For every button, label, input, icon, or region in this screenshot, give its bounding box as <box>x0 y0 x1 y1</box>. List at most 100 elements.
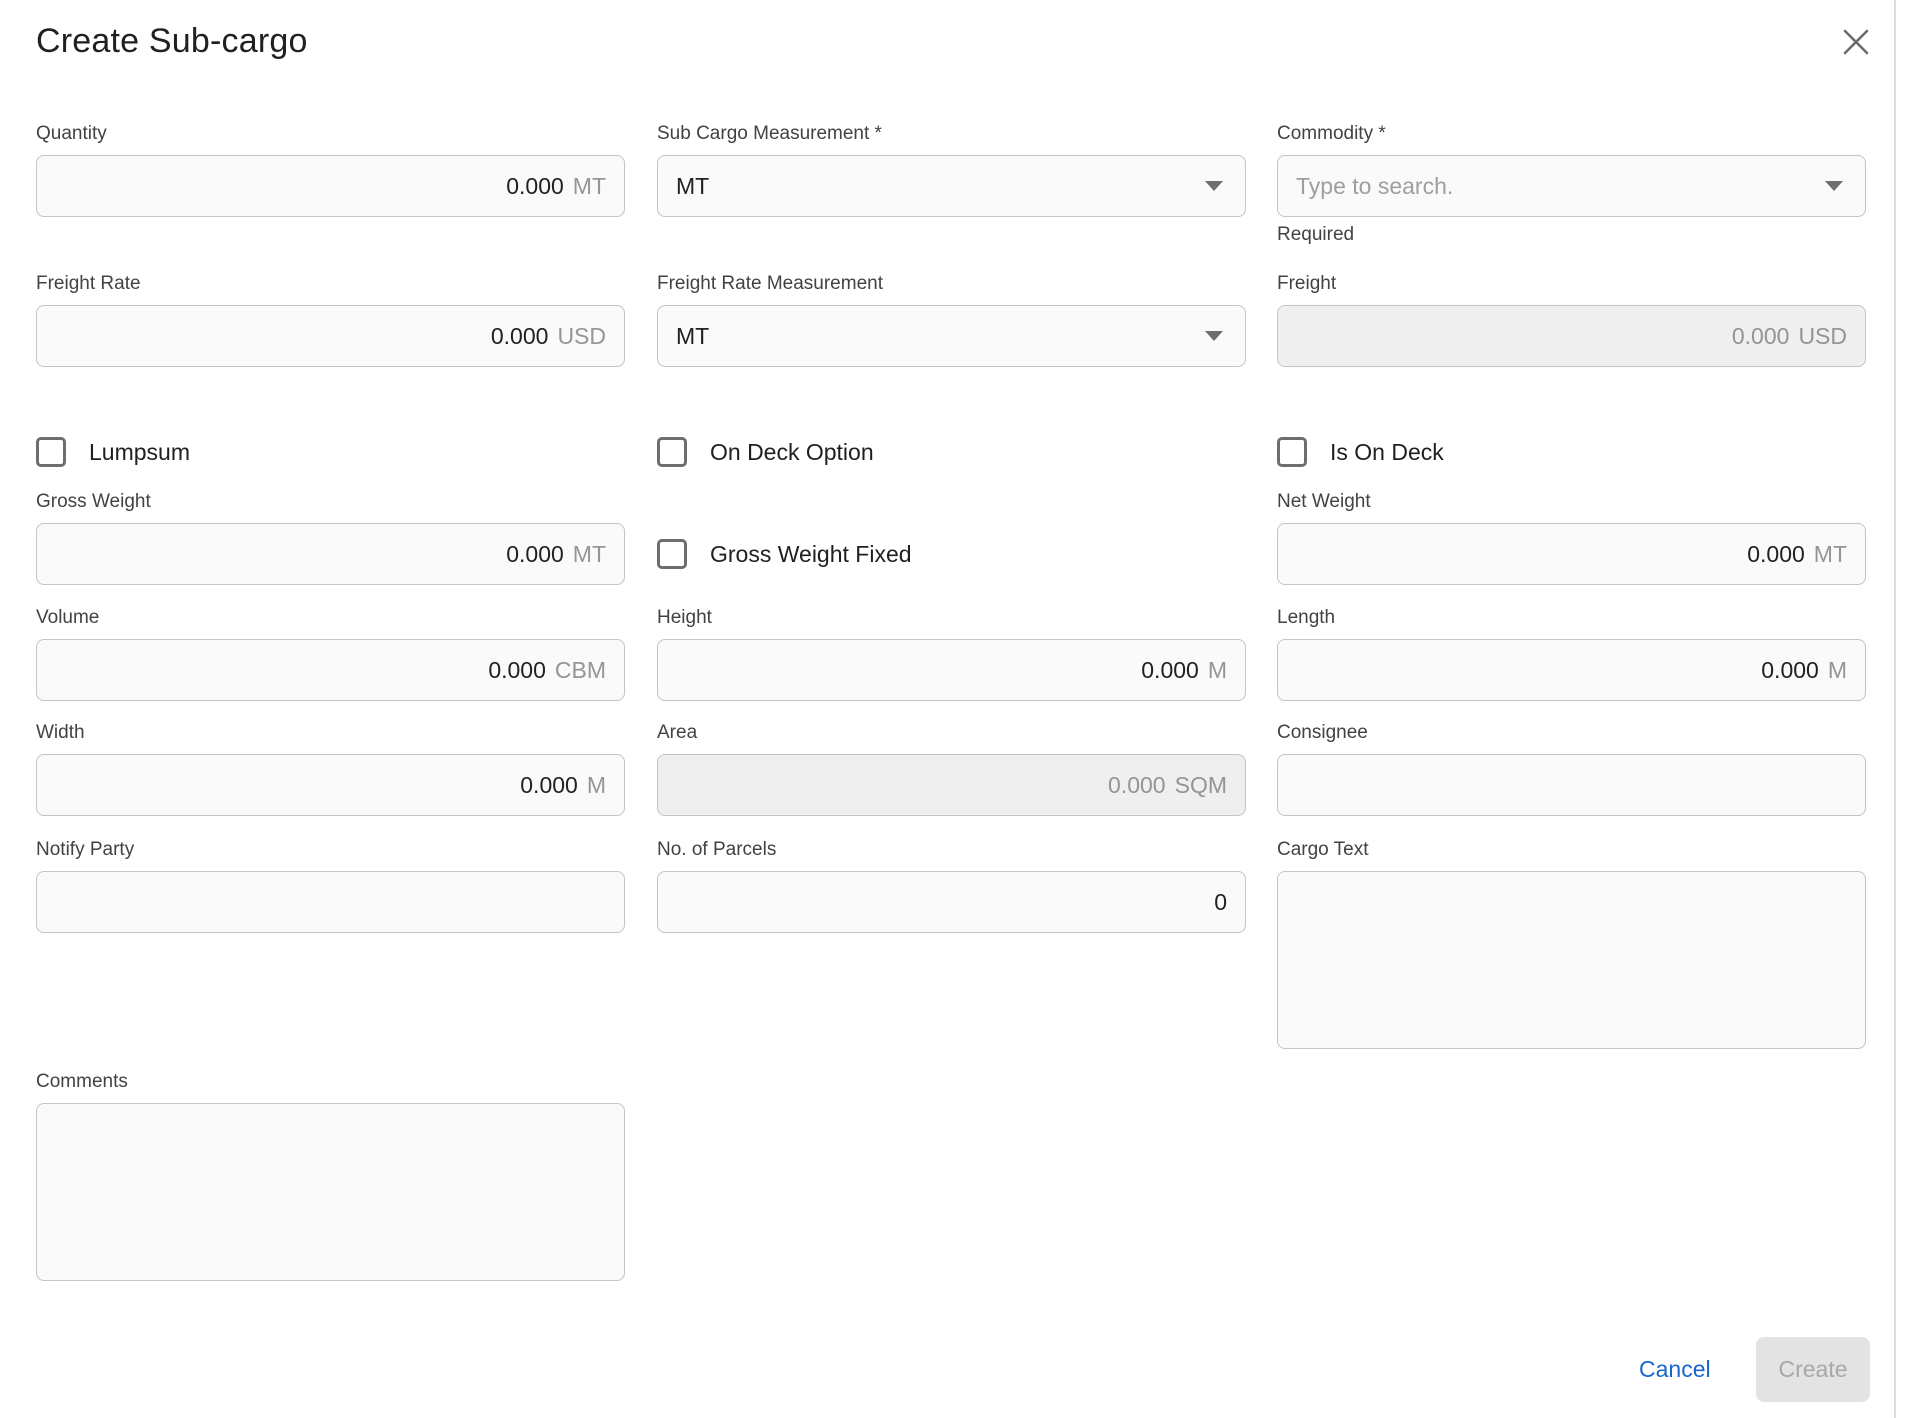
quantity-value: 0.000 <box>506 173 564 200</box>
height-value: 0.000 <box>1141 657 1199 684</box>
is-on-deck-checkbox[interactable]: Is On Deck <box>1277 437 1444 467</box>
cargo-text-field: Cargo Text <box>1277 838 1866 1054</box>
quantity-unit: MT <box>573 173 606 200</box>
comments-field: Comments <box>36 1070 625 1286</box>
lumpsum-checkbox[interactable]: Lumpsum <box>36 437 190 467</box>
sub-cargo-measurement-field: Sub Cargo Measurement * MT <box>657 122 1246 217</box>
width-input[interactable]: 0.000 M <box>36 754 625 816</box>
length-value: 0.000 <box>1761 657 1819 684</box>
height-field: Height 0.000 M <box>657 606 1246 701</box>
length-unit: M <box>1828 657 1847 684</box>
page-title: Create Sub-cargo <box>36 22 308 61</box>
commodity-required-hint: Required <box>1277 224 1866 246</box>
gross-weight-input[interactable]: 0.000 MT <box>36 523 625 585</box>
chevron-down-icon <box>1205 181 1223 191</box>
freight-rate-input[interactable]: 0.000 USD <box>36 305 625 367</box>
commodity-search-select[interactable]: Type to search. <box>1277 155 1866 217</box>
no-of-parcels-value: 0 <box>1214 889 1227 916</box>
gross-weight-fixed-checkbox[interactable]: Gross Weight Fixed <box>657 539 912 569</box>
notify-party-label: Notify Party <box>36 838 625 862</box>
commodity-label: Commodity * <box>1277 122 1866 146</box>
checkbox-icon <box>657 437 687 467</box>
freight-field: Freight 0.000 USD <box>1277 272 1866 367</box>
consignee-label: Consignee <box>1277 721 1866 745</box>
commodity-field: Commodity * Type to search. Required <box>1277 122 1866 246</box>
net-weight-value: 0.000 <box>1747 541 1805 568</box>
gross-weight-value: 0.000 <box>506 541 564 568</box>
quantity-input[interactable]: 0.000 MT <box>36 155 625 217</box>
notify-party-input[interactable] <box>36 871 625 933</box>
on-deck-option-checkbox[interactable]: On Deck Option <box>657 437 874 467</box>
comments-label: Comments <box>36 1070 625 1094</box>
area-unit: SQM <box>1175 772 1227 799</box>
checkbox-icon <box>657 539 687 569</box>
area-field: Area 0.000 SQM <box>657 721 1246 816</box>
freight-input-disabled: 0.000 USD <box>1277 305 1866 367</box>
area-value: 0.000 <box>1108 772 1166 799</box>
sub-cargo-measurement-select[interactable]: MT <box>657 155 1246 217</box>
lumpsum-checkbox-label: Lumpsum <box>89 439 190 466</box>
volume-value: 0.000 <box>488 657 546 684</box>
volume-unit: CBM <box>555 657 606 684</box>
freight-rate-unit: USD <box>557 323 606 350</box>
sub-cargo-measurement-value: MT <box>676 173 709 200</box>
consignee-field: Consignee <box>1277 721 1866 816</box>
freight-rate-measurement-field: Freight Rate Measurement MT <box>657 272 1246 367</box>
close-button[interactable] <box>1836 24 1876 64</box>
freight-unit: USD <box>1798 323 1847 350</box>
width-label: Width <box>36 721 625 745</box>
chevron-down-icon <box>1205 331 1223 341</box>
length-input[interactable]: 0.000 M <box>1277 639 1866 701</box>
sub-cargo-measurement-label: Sub Cargo Measurement * <box>657 122 1246 146</box>
create-sub-cargo-dialog: Create Sub-cargo Quantity 0.000 MT Sub C… <box>0 0 1908 1418</box>
dialog-edge-divider <box>1894 0 1896 1418</box>
width-field: Width 0.000 M <box>36 721 625 816</box>
volume-input[interactable]: 0.000 CBM <box>36 639 625 701</box>
cancel-button[interactable]: Cancel <box>1625 1348 1725 1390</box>
freight-rate-measurement-value: MT <box>676 323 709 350</box>
freight-rate-measurement-label: Freight Rate Measurement <box>657 272 1246 296</box>
volume-label: Volume <box>36 606 625 630</box>
width-value: 0.000 <box>520 772 578 799</box>
consignee-input[interactable] <box>1277 754 1866 816</box>
freight-rate-measurement-select[interactable]: MT <box>657 305 1246 367</box>
create-button[interactable]: Create <box>1756 1337 1870 1402</box>
gross-weight-label: Gross Weight <box>36 490 625 514</box>
comments-textarea[interactable] <box>36 1103 625 1281</box>
is-on-deck-checkbox-label: Is On Deck <box>1330 439 1444 466</box>
gross-weight-fixed-checkbox-label: Gross Weight Fixed <box>710 541 912 568</box>
volume-field: Volume 0.000 CBM <box>36 606 625 701</box>
width-unit: M <box>587 772 606 799</box>
chevron-down-icon <box>1825 181 1843 191</box>
freight-rate-label: Freight Rate <box>36 272 625 296</box>
quantity-label: Quantity <box>36 122 625 146</box>
close-icon <box>1841 27 1871 62</box>
commodity-placeholder: Type to search. <box>1296 173 1453 200</box>
net-weight-field: Net Weight 0.000 MT <box>1277 490 1866 585</box>
height-input[interactable]: 0.000 M <box>657 639 1246 701</box>
no-of-parcels-field: No. of Parcels 0 <box>657 838 1246 933</box>
no-of-parcels-input[interactable]: 0 <box>657 871 1246 933</box>
net-weight-unit: MT <box>1814 541 1847 568</box>
area-label: Area <box>657 721 1246 745</box>
freight-value: 0.000 <box>1732 323 1790 350</box>
checkbox-icon <box>36 437 66 467</box>
net-weight-input[interactable]: 0.000 MT <box>1277 523 1866 585</box>
area-input-disabled: 0.000 SQM <box>657 754 1246 816</box>
height-label: Height <box>657 606 1246 630</box>
quantity-field: Quantity 0.000 MT <box>36 122 625 217</box>
cargo-text-label: Cargo Text <box>1277 838 1866 862</box>
length-label: Length <box>1277 606 1866 630</box>
checkbox-icon <box>1277 437 1307 467</box>
length-field: Length 0.000 M <box>1277 606 1866 701</box>
freight-rate-field: Freight Rate 0.000 USD <box>36 272 625 367</box>
freight-rate-value: 0.000 <box>491 323 549 350</box>
freight-label: Freight <box>1277 272 1866 296</box>
net-weight-label: Net Weight <box>1277 490 1866 514</box>
cargo-text-textarea[interactable] <box>1277 871 1866 1049</box>
no-of-parcels-label: No. of Parcels <box>657 838 1246 862</box>
gross-weight-field: Gross Weight 0.000 MT <box>36 490 625 585</box>
height-unit: M <box>1208 657 1227 684</box>
on-deck-option-checkbox-label: On Deck Option <box>710 439 874 466</box>
notify-party-field: Notify Party <box>36 838 625 933</box>
